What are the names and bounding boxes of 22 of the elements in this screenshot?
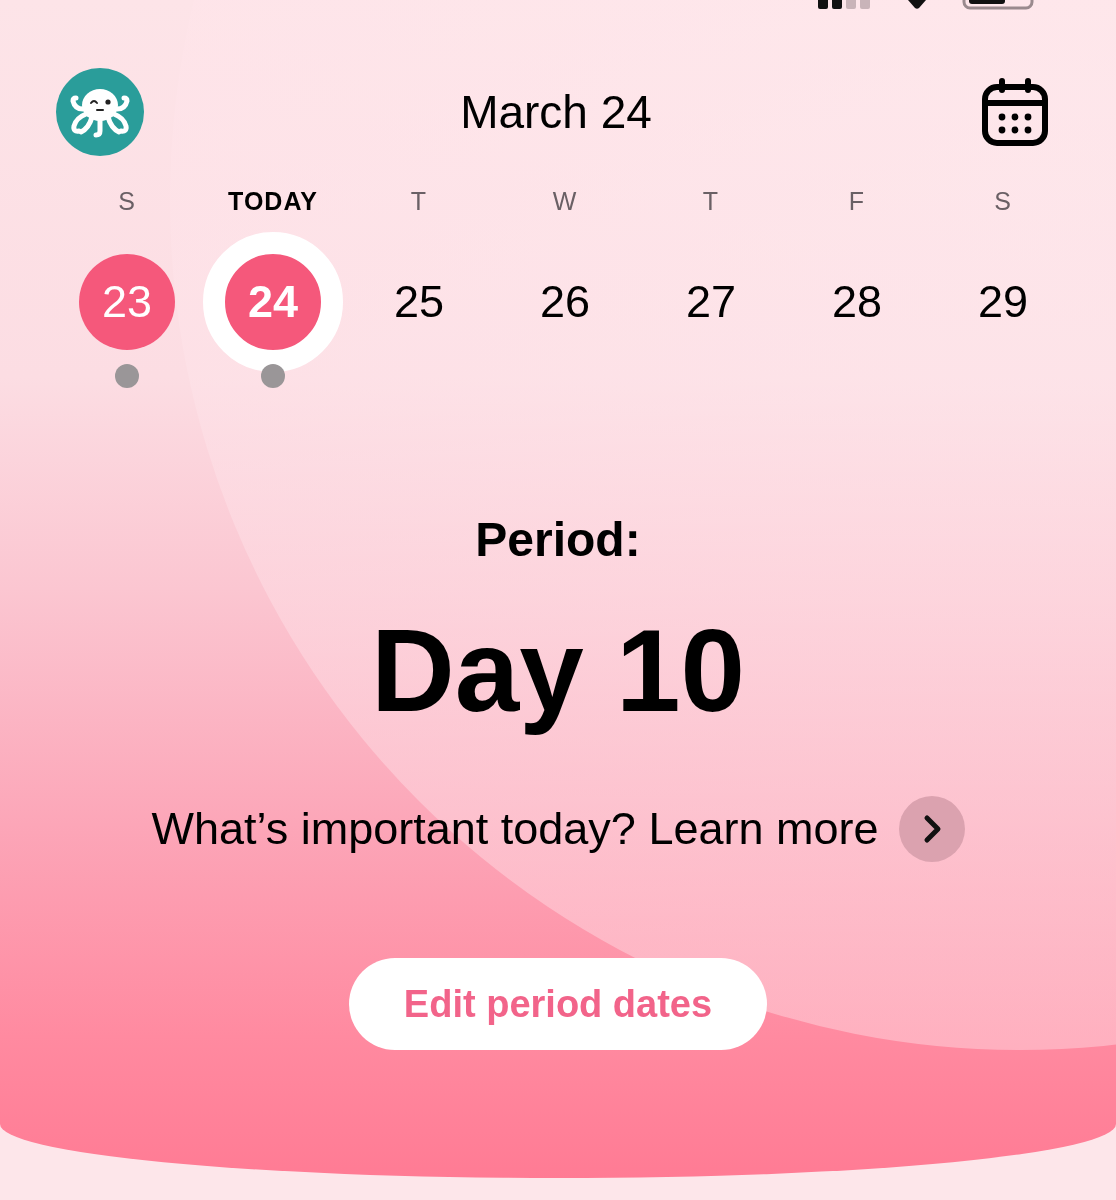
battery-icon [962,0,1034,10]
weekday-label: S [118,186,136,216]
date-button[interactable]: 28 [827,274,887,330]
octopus-icon[interactable] [56,68,144,156]
date-button[interactable]: 27 [681,274,741,330]
cycle-day-label: Day 10 [370,606,746,736]
date-button[interactable]: 29 [973,274,1033,330]
weekday-label: S [994,186,1012,216]
date-button[interactable]: 26 [535,274,595,330]
date-button[interactable]: 25 [389,274,449,330]
signal-icon [818,0,872,9]
weekday-label: T [410,186,428,216]
weekday-label: TODAY [228,186,318,216]
phase-label: Period: [475,512,641,568]
learn-more-link[interactable]: What’s important today? Learn more [151,796,965,862]
chevron-right-icon[interactable] [898,796,965,862]
weekday-label: W [552,186,578,216]
weekday-label: F [848,186,866,216]
calendar-icon[interactable] [982,78,1048,146]
month-title: March 24 [459,85,652,140]
wifi-icon [908,0,926,9]
weekday-label: T [702,186,720,216]
